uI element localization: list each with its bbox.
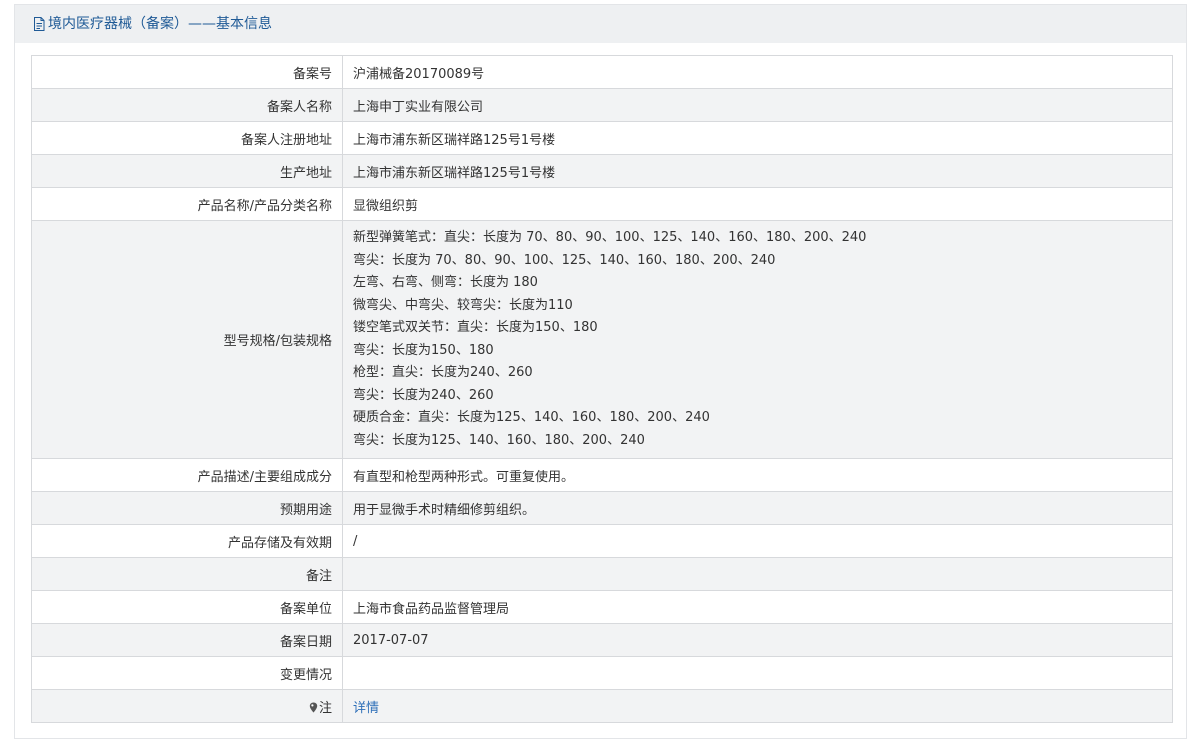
details-link[interactable]: 详情 xyxy=(353,701,379,716)
table-row: 备案人注册地址 上海市浦东新区瑞祥路125号1号楼 xyxy=(31,121,1173,155)
table-row: 变更情况 xyxy=(31,656,1173,690)
note-value: 详情 xyxy=(342,689,1173,723)
row-value: 上海市食品药品监督管理局 xyxy=(342,590,1173,624)
info-panel: 备案号 沪浦械备20170089号 备案人名称 上海申丁实业有限公司 备案人注册… xyxy=(15,43,1186,738)
row-value: 用于显微手术时精细修剪组织。 xyxy=(342,491,1173,525)
table-row: 产品描述/主要组成成分 有直型和枪型两种形式。可重复使用。 xyxy=(31,458,1173,492)
note-label: 注 xyxy=(31,689,343,723)
row-label: 备案日期 xyxy=(31,623,343,657)
table-row: 备案单位 上海市食品药品监督管理局 xyxy=(31,590,1173,624)
spec-line: 枪型：直尖：长度为240、260 xyxy=(353,365,533,380)
row-value: 上海市浦东新区瑞祥路125号1号楼 xyxy=(342,154,1173,188)
spec-line: 弯尖：长度为240、260 xyxy=(353,387,494,403)
row-value: 显微组织剪 xyxy=(342,187,1173,221)
page-title: 境内医疗器械（备案）——基本信息 xyxy=(48,16,272,32)
row-label: 生产地址 xyxy=(31,154,343,188)
table-row: 备案日期 2017-07-07 xyxy=(31,623,1173,657)
table-row: 生产地址 上海市浦东新区瑞祥路125号1号楼 xyxy=(31,154,1173,188)
row-label: 产品描述/主要组成成分 xyxy=(31,458,343,492)
row-value xyxy=(342,656,1173,690)
row-value: 上海市浦东新区瑞祥路125号1号楼 xyxy=(342,121,1173,155)
pin-icon xyxy=(309,702,318,712)
note-label-text: 注 xyxy=(318,700,332,716)
row-value: 上海申丁实业有限公司 xyxy=(342,88,1173,122)
spec-line: 弯尖：长度为150、180 xyxy=(353,342,494,358)
spec-line: 弯尖：长度为 70、80、90、100、125、140、160、180、200、… xyxy=(353,252,776,268)
table-row: 产品名称/产品分类名称 显微组织剪 xyxy=(31,187,1173,221)
row-label: 预期用途 xyxy=(31,491,343,525)
row-value xyxy=(342,557,1173,591)
row-label: 备案号 xyxy=(31,55,343,89)
row-label: 产品名称/产品分类名称 xyxy=(31,187,343,221)
row-label: 备注 xyxy=(31,557,343,591)
table-row: 备注 xyxy=(31,557,1173,591)
row-value: / xyxy=(342,524,1173,558)
table-row: 产品存储及有效期 / xyxy=(31,524,1173,558)
spec-line: 镂空笔式双关节：直尖：长度为150、180 xyxy=(353,320,598,335)
row-label: 型号规格/包装规格 xyxy=(31,220,343,459)
table-row: 备案人名称 上海申丁实业有限公司 xyxy=(31,88,1173,122)
row-value: 2017-07-07 xyxy=(342,623,1173,657)
info-table: 备案号 沪浦械备20170089号 备案人名称 上海申丁实业有限公司 备案人注册… xyxy=(31,55,1173,723)
spec-line: 左弯、右弯、侧弯：长度为 180 xyxy=(353,275,538,290)
row-label: 备案人注册地址 xyxy=(31,121,343,155)
row-label: 备案单位 xyxy=(31,590,343,624)
page-header: 境内医疗器械（备案）——基本信息 xyxy=(15,5,1186,43)
spec-line: 新型弹簧笔式：直尖：长度为 70、80、90、100、125、140、160、1… xyxy=(353,230,867,245)
row-value: 有直型和枪型两种形式。可重复使用。 xyxy=(342,458,1173,492)
spec-line: 弯尖：长度为125、140、160、180、200、240 xyxy=(353,432,645,448)
row-value: 沪浦械备20170089号 xyxy=(342,55,1173,89)
spec-line: 微弯尖、中弯尖、较弯尖：长度为110 xyxy=(353,297,573,313)
row-label: 备案人名称 xyxy=(31,88,343,122)
content-frame: 境内医疗器械（备案）——基本信息 备案号 沪浦械备20170089号 备案人名称… xyxy=(14,4,1187,739)
spec-list: 新型弹簧笔式：直尖：长度为 70、80、90、100、125、140、160、1… xyxy=(342,220,1173,459)
spec-line: 硬质合金：直尖：长度为125、140、160、180、200、240 xyxy=(353,410,710,425)
table-row-note: 注 详情 xyxy=(31,689,1173,723)
table-row: 备案号 沪浦械备20170089号 xyxy=(31,55,1173,89)
table-row-spec: 型号规格/包装规格 新型弹簧笔式：直尖：长度为 70、80、90、100、125… xyxy=(31,220,1173,459)
document-icon xyxy=(34,17,45,31)
row-label: 变更情况 xyxy=(31,656,343,690)
table-row: 预期用途 用于显微手术时精细修剪组织。 xyxy=(31,491,1173,525)
row-label: 产品存储及有效期 xyxy=(31,524,343,558)
